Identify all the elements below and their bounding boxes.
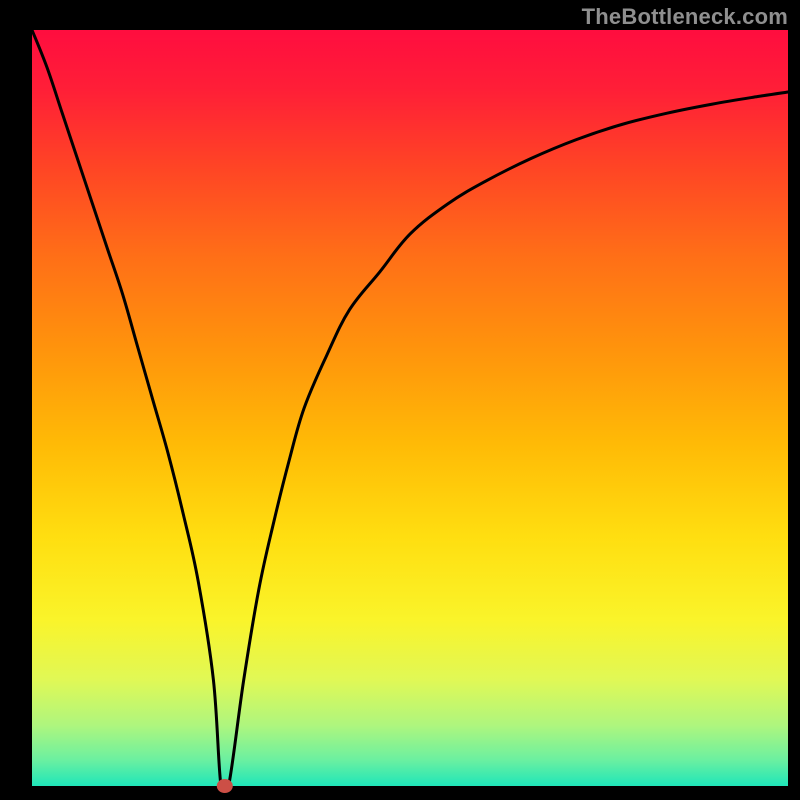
bottleneck-chart: [0, 0, 800, 800]
optimal-point-marker: [217, 779, 233, 793]
watermark-text: TheBottleneck.com: [582, 4, 788, 30]
chart-container: TheBottleneck.com: [0, 0, 800, 800]
plot-background: [32, 30, 788, 786]
